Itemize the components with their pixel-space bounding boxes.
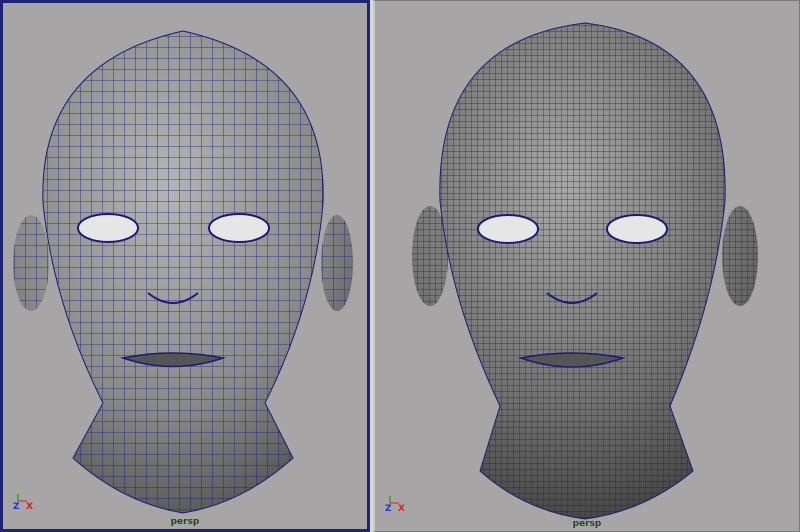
axis-indicator: Z X	[13, 493, 53, 515]
axis-indicator: Z X	[385, 495, 425, 517]
head-mesh-high[interactable]	[375, 1, 799, 531]
head-mesh-low[interactable]	[3, 3, 367, 529]
viewport-right[interactable]: Z X persp	[373, 0, 800, 532]
camera-label: persp	[572, 519, 602, 529]
axis-z-label: Z	[385, 504, 392, 514]
axis-x-label: X	[26, 502, 33, 512]
axis-z-label: Z	[13, 502, 20, 512]
viewport-left[interactable]: Z X persp	[0, 0, 370, 532]
camera-label: persp	[170, 517, 200, 527]
axis-x-label: X	[398, 504, 405, 514]
